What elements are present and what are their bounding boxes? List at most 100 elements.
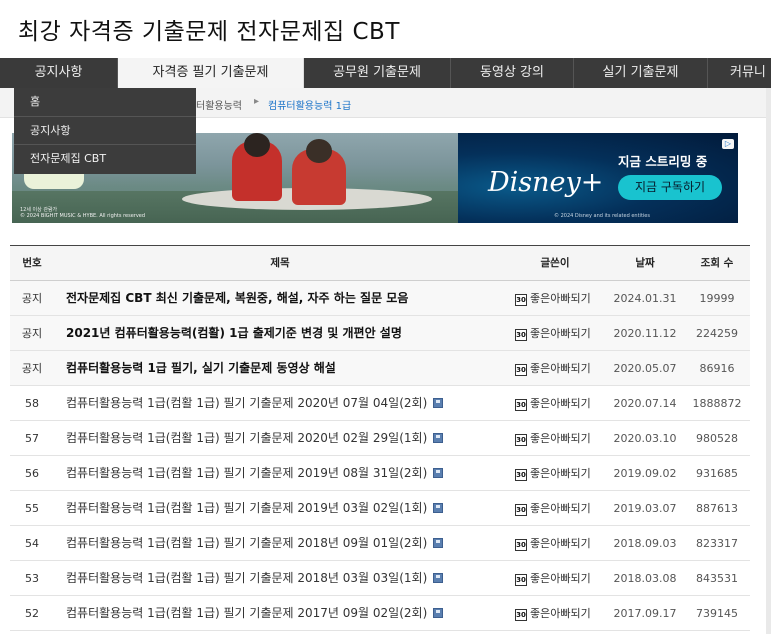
view-count: 980528 bbox=[696, 432, 738, 445]
post-date: 2024.01.31 bbox=[613, 292, 677, 305]
post-title-link[interactable]: 전자문제집 CBT 최신 기출문제, 복원중, 해설, 자주 하는 질문 모음 bbox=[66, 291, 408, 305]
member-level-icon: 30 bbox=[515, 399, 527, 411]
dropdown-item-home[interactable]: 홈 bbox=[14, 88, 196, 117]
attachment-icon bbox=[433, 608, 444, 618]
author-name[interactable]: 좋은아빠되기 bbox=[530, 397, 591, 410]
nav-dropdown-menu: 홈 공지사항 전자문제집 CBT bbox=[14, 88, 196, 174]
post-date: 2018.09.03 bbox=[613, 537, 677, 550]
author-name[interactable]: 좋은아빠되기 bbox=[530, 502, 591, 515]
post-title-link[interactable]: 2021년 컴퓨터활용능력(컴활) 1급 출제기준 변경 및 개편안 설명 bbox=[66, 326, 402, 340]
member-level-icon: 30 bbox=[515, 469, 527, 481]
attachment-icon bbox=[433, 573, 444, 583]
post-date: 2019.09.02 bbox=[613, 467, 677, 480]
attachment-icon bbox=[433, 398, 444, 408]
table-row: 공지 2021년 컴퓨터활용능력(컴활) 1급 출제기준 변경 및 개편안 설명… bbox=[10, 316, 750, 351]
post-title-link[interactable]: 컴퓨터활용능력 1급(컴활 1급) 필기 기출문제 2019년 03월 02일(… bbox=[66, 501, 427, 515]
table-row: 52 컴퓨터활용능력 1급(컴활 1급) 필기 기출문제 2017년 09월 0… bbox=[10, 596, 750, 631]
row-number: 공지 bbox=[21, 362, 43, 375]
dropdown-item-cbt[interactable]: 전자문제집 CBT bbox=[14, 145, 196, 174]
author-name[interactable]: 좋은아빠되기 bbox=[530, 432, 591, 445]
view-count: 843531 bbox=[696, 572, 738, 585]
post-title-link[interactable]: 컴퓨터활용능력 1급(컴활 1급) 필기 기출문제 2018년 03월 03일(… bbox=[66, 571, 427, 585]
nav-item-written-exams[interactable]: 자격증 필기 기출문제 bbox=[118, 58, 304, 88]
post-date: 2019.03.07 bbox=[613, 502, 677, 515]
row-number: 공지 bbox=[21, 327, 43, 340]
table-row: 57 컴퓨터활용능력 1급(컴활 1급) 필기 기출문제 2020년 02월 2… bbox=[10, 421, 750, 456]
disney-plus-logo: Disney+ bbox=[488, 167, 604, 198]
attachment-icon bbox=[433, 503, 444, 513]
row-number: 54 bbox=[25, 537, 39, 550]
post-title-link[interactable]: 컴퓨터활용능력 1급(컴활 1급) 필기 기출문제 2017년 09월 02일(… bbox=[66, 606, 427, 620]
attachment-icon bbox=[433, 538, 444, 548]
author-name[interactable]: 좋은아빠되기 bbox=[530, 537, 591, 550]
member-level-icon: 30 bbox=[515, 294, 527, 306]
table-row: 53 컴퓨터활용능력 1급(컴활 1급) 필기 기출문제 2018년 03월 0… bbox=[10, 561, 750, 596]
nav-item-practical-exams[interactable]: 실기 기출문제 bbox=[574, 58, 708, 88]
nav-item-video-lectures[interactable]: 동영상 강의 bbox=[451, 58, 574, 88]
breadcrumb-separator-icon: ▸ bbox=[254, 96, 260, 107]
ad-age-note: 12세 이상 관람가 bbox=[20, 207, 58, 213]
author-name[interactable]: 좋은아빠되기 bbox=[530, 607, 591, 620]
table-row: 58 컴퓨터활용능력 1급(컴활 1급) 필기 기출문제 2020년 07월 0… bbox=[10, 386, 750, 421]
dropdown-item-notices[interactable]: 공지사항 bbox=[14, 117, 196, 145]
view-count: 823317 bbox=[696, 537, 738, 550]
view-count: 1888872 bbox=[692, 397, 742, 410]
table-row: 56 컴퓨터활용능력 1급(컴활 1급) 필기 기출문제 2019년 08월 3… bbox=[10, 456, 750, 491]
site-title[interactable]: 최강 자격증 기출문제 전자문제집 CBT bbox=[18, 12, 400, 46]
row-number: 52 bbox=[25, 607, 39, 620]
post-date: 2020.05.07 bbox=[613, 362, 677, 375]
nav-item-notices[interactable]: 공지사항 bbox=[0, 58, 118, 88]
row-number: 56 bbox=[25, 467, 39, 480]
author-name[interactable]: 좋은아빠되기 bbox=[530, 292, 591, 305]
author-name[interactable]: 좋은아빠되기 bbox=[530, 362, 591, 375]
member-level-icon: 30 bbox=[515, 504, 527, 516]
member-level-icon: 30 bbox=[515, 329, 527, 341]
member-level-icon: 30 bbox=[515, 609, 527, 621]
row-number: 55 bbox=[25, 502, 39, 515]
breadcrumb-current[interactable]: 컴퓨터활용능력 1급 bbox=[268, 97, 351, 112]
member-level-icon: 30 bbox=[515, 434, 527, 446]
ad-copyright-right: © 2024 Disney and its related entities bbox=[554, 213, 650, 219]
author-name[interactable]: 좋은아빠되기 bbox=[530, 572, 591, 585]
view-count: 887613 bbox=[696, 502, 738, 515]
view-count: 86916 bbox=[699, 362, 735, 375]
nav-item-civil-service[interactable]: 공무원 기출문제 bbox=[304, 58, 451, 88]
ad-copyright-left: © 2024 BIGHIT MUSIC & HYBE. All rights r… bbox=[20, 213, 146, 219]
header-views[interactable]: 조회 수 bbox=[690, 246, 744, 281]
table-header: 번호 제목 글쓴이 날짜 조회 수 bbox=[10, 246, 750, 281]
view-count: 224259 bbox=[696, 327, 738, 340]
post-title-link[interactable]: 컴퓨터활용능력 1급(컴활 1급) 필기 기출문제 2018년 09월 01일(… bbox=[66, 536, 427, 550]
row-number: 57 bbox=[25, 432, 39, 445]
subscribe-button[interactable]: 지금 구독하기 bbox=[618, 175, 722, 200]
header-title: 제목 bbox=[270, 257, 290, 269]
row-number: 53 bbox=[25, 572, 39, 585]
member-level-icon: 30 bbox=[515, 364, 527, 376]
post-title-link[interactable]: 컴퓨터활용능력 1급(컴활 1급) 필기 기출문제 2020년 02월 29일(… bbox=[66, 431, 427, 445]
member-level-icon: 30 bbox=[515, 539, 527, 551]
page-scrollbar[interactable] bbox=[766, 88, 771, 634]
post-table: 번호 제목 글쓴이 날짜 조회 수 공지 전자문제집 CBT 최신 기출문제, … bbox=[10, 245, 750, 631]
main-nav: 공지사항 자격증 필기 기출문제 공무원 기출문제 동영상 강의 실기 기출문제… bbox=[0, 58, 771, 88]
table-row: 55 컴퓨터활용능력 1급(컴활 1급) 필기 기출문제 2019년 03월 0… bbox=[10, 491, 750, 526]
breadcrumb-item[interactable]: 터활용능력 bbox=[196, 97, 242, 112]
view-count: 19999 bbox=[699, 292, 735, 305]
nav-item-community[interactable]: 커뮤니 bbox=[708, 58, 771, 88]
author-name[interactable]: 좋은아빠되기 bbox=[530, 327, 591, 340]
attachment-icon bbox=[433, 468, 444, 478]
post-date: 2020.11.12 bbox=[613, 327, 677, 340]
post-title-link[interactable]: 컴퓨터활용능력 1급(컴활 1급) 필기 기출문제 2019년 08월 31일(… bbox=[66, 466, 427, 480]
author-name[interactable]: 좋은아빠되기 bbox=[530, 467, 591, 480]
row-number: 58 bbox=[25, 397, 39, 410]
post-date: 2020.03.10 bbox=[613, 432, 677, 445]
table-row: 공지 전자문제집 CBT 최신 기출문제, 복원중, 해설, 자주 하는 질문 … bbox=[10, 281, 750, 316]
table-row: 공지 컴퓨터활용능력 1급 필기, 실기 기출문제 동영상 해설 30 좋은아빠되… bbox=[10, 351, 750, 386]
ad-headline: 지금 스트리밍 중 bbox=[618, 154, 708, 169]
view-count: 931685 bbox=[696, 467, 738, 480]
ad-promo-panel: Disney+ 지금 스트리밍 중 지금 구독하기 © 2024 Disney … bbox=[458, 133, 738, 223]
post-date: 2017.09.17 bbox=[613, 607, 677, 620]
adchoices-icon[interactable]: ▷ bbox=[722, 139, 734, 149]
post-title-link[interactable]: 컴퓨터활용능력 1급(컴활 1급) 필기 기출문제 2020년 07월 04일(… bbox=[66, 396, 427, 410]
view-count: 739145 bbox=[696, 607, 738, 620]
header-date[interactable]: 날짜 bbox=[605, 246, 685, 281]
post-title-link[interactable]: 컴퓨터활용능력 1급 필기, 실기 기출문제 동영상 해설 bbox=[66, 361, 336, 375]
